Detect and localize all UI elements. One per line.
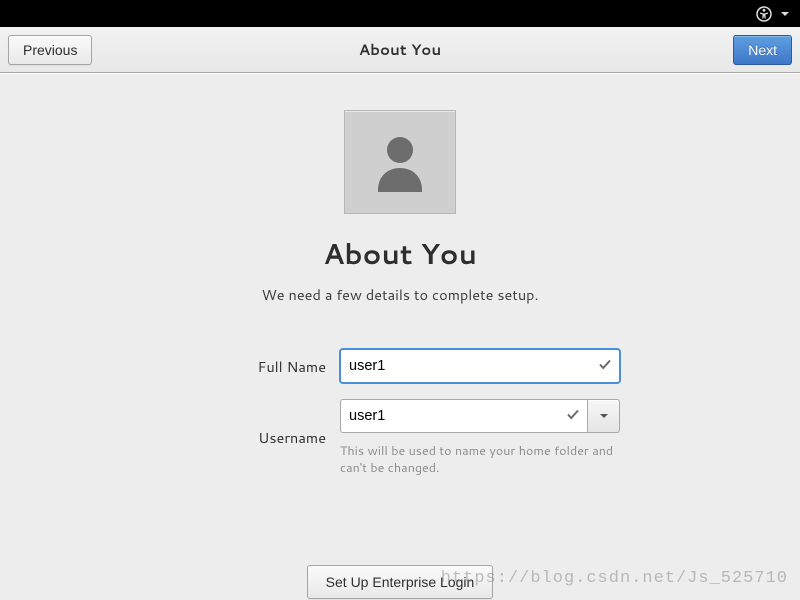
previous-button[interactable]: Previous bbox=[8, 35, 92, 65]
main-content: About You We need a few details to compl… bbox=[0, 73, 800, 600]
page-title: About You bbox=[0, 39, 800, 60]
chevron-down-icon[interactable] bbox=[780, 9, 790, 19]
user-form: Full Name Username This will be used bbox=[180, 349, 620, 477]
heading: About You bbox=[323, 234, 477, 274]
avatar-placeholder[interactable] bbox=[344, 110, 456, 214]
top-panel bbox=[0, 0, 800, 27]
person-icon bbox=[366, 128, 434, 196]
header-bar: Previous About You Next bbox=[0, 27, 800, 73]
username-dropdown-button[interactable] bbox=[588, 399, 620, 433]
enterprise-login-button[interactable]: Set Up Enterprise Login bbox=[307, 565, 494, 599]
fullname-input[interactable] bbox=[340, 349, 620, 383]
fullname-input-wrap bbox=[340, 349, 620, 383]
chevron-down-icon bbox=[599, 411, 609, 421]
accessibility-icon[interactable] bbox=[756, 6, 772, 22]
username-input[interactable] bbox=[340, 399, 588, 433]
fullname-label: Full Name bbox=[180, 356, 340, 377]
username-hint: This will be used to name your home fold… bbox=[340, 443, 620, 477]
subtitle: We need a few details to complete setup. bbox=[261, 284, 538, 305]
username-label: Username bbox=[180, 427, 340, 448]
username-row-wrap: This will be used to name your home fold… bbox=[340, 399, 620, 477]
next-button[interactable]: Next bbox=[733, 35, 792, 65]
